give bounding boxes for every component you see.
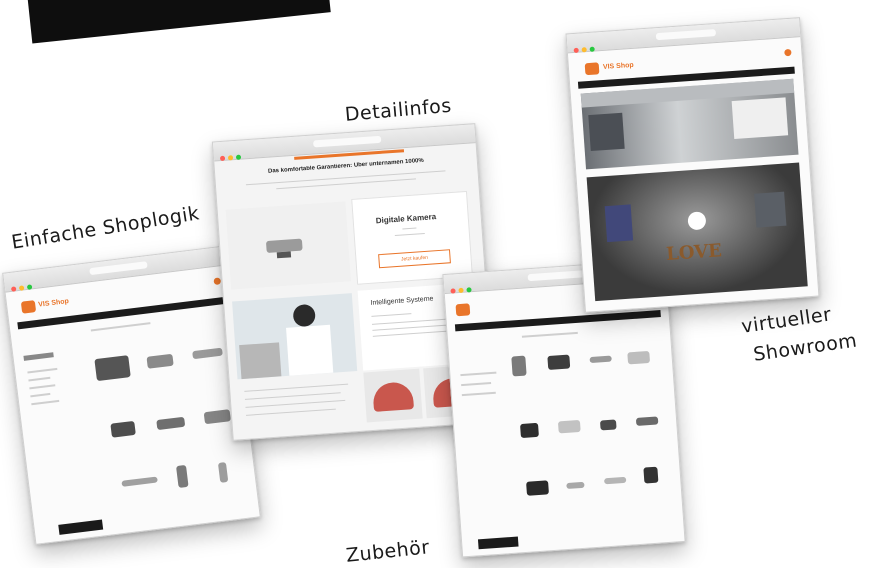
product-image[interactable]: [547, 354, 571, 371]
buy-button[interactable]: Jetzt kaufen: [378, 249, 451, 269]
product-image[interactable]: [643, 466, 659, 484]
shop-logo-icon: [584, 62, 600, 76]
header-banner: [25, 0, 331, 44]
product-photo: [225, 201, 351, 290]
footer-bar: [58, 519, 104, 535]
product-image[interactable]: [589, 355, 612, 364]
product-image[interactable]: [557, 419, 581, 434]
caption-virtual-showroom-line2: Showroom: [752, 329, 859, 366]
product-image[interactable]: [627, 350, 651, 365]
browser-toolbar: [3, 246, 229, 293]
shop-brand: VIS Shop: [602, 61, 634, 71]
product-image[interactable]: [526, 480, 549, 496]
article-photo: [232, 293, 358, 380]
product-image[interactable]: [146, 353, 174, 369]
article-title: Intelligente Systeme: [370, 295, 434, 307]
showroom-preview[interactable]: [580, 78, 799, 170]
product-image[interactable]: [121, 476, 158, 487]
dental-model-image: [363, 368, 423, 423]
product-image[interactable]: [599, 419, 617, 431]
screenshot-virtual-showroom: VIS Shop LOVE: [565, 17, 820, 313]
product-card: Digitale Kamera Jetzt kaufen: [351, 190, 473, 285]
shop-brand: VIS Shop: [37, 297, 70, 309]
cart-icon[interactable]: [213, 277, 222, 286]
product-image[interactable]: [110, 420, 136, 438]
caption-accessories: Zubehör: [345, 536, 431, 567]
product-image[interactable]: [175, 464, 189, 488]
caption-virtual-showroom-line1: virtueller: [740, 303, 833, 338]
showroom-tour[interactable]: LOVE: [586, 162, 808, 302]
play-icon[interactable]: [687, 211, 707, 231]
product-image[interactable]: [604, 476, 627, 485]
browser-toolbar: [566, 18, 801, 54]
shop-logo-icon: [20, 300, 37, 314]
cart-icon[interactable]: [784, 48, 792, 57]
product-image[interactable]: [203, 409, 231, 425]
shop-nav-bar: [454, 310, 661, 332]
product-image[interactable]: [217, 461, 229, 483]
caption-shop-logic: Einfache Shoplogik: [10, 202, 202, 254]
product-image[interactable]: [511, 355, 527, 377]
card-title: Digitale Kamera: [375, 212, 437, 226]
shop-logo-icon: [455, 303, 471, 317]
product-image[interactable]: [635, 416, 659, 426]
footer-bar: [477, 536, 519, 550]
product-image[interactable]: [94, 355, 131, 382]
caption-detailinfos: Detailinfos: [344, 94, 453, 126]
product-image[interactable]: [192, 347, 223, 360]
product-image[interactable]: [520, 422, 539, 439]
product-image[interactable]: [156, 416, 186, 431]
detail-headline: Das komfortable Garantieren: Über untern…: [267, 157, 424, 175]
love-sign: LOVE: [665, 240, 723, 266]
product-image[interactable]: [566, 481, 585, 490]
